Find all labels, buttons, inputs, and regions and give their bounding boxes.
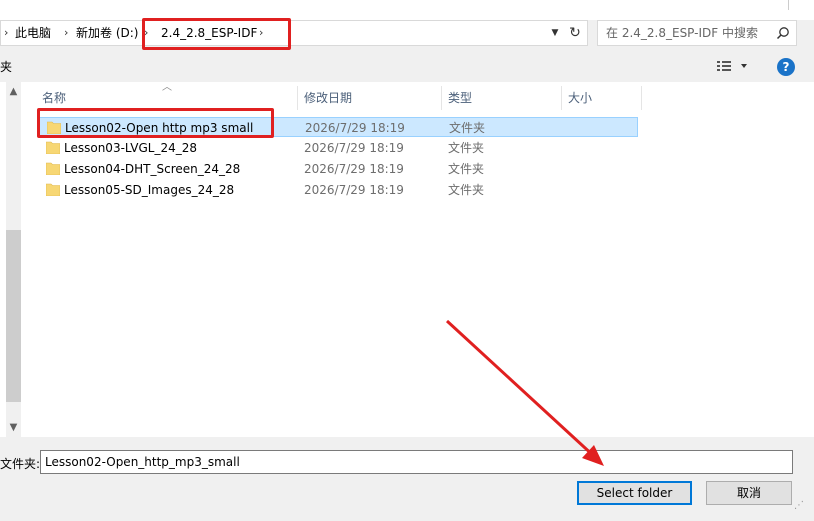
cancel-button[interactable]: 取消 bbox=[706, 481, 792, 505]
folder-field-label: 文件夹: bbox=[0, 457, 41, 471]
breadcrumb-this-pc[interactable]: 此电脑 bbox=[15, 21, 51, 45]
view-options-icon bbox=[717, 61, 747, 71]
file-name: Lesson04-DHT_Screen_24_28 bbox=[64, 162, 241, 176]
help-icon[interactable]: ? bbox=[777, 58, 795, 76]
file-modified: 2026/7/29 18:19 bbox=[305, 121, 405, 135]
select-folder-button[interactable]: Select folder bbox=[577, 481, 692, 505]
file-name: Lesson03-LVGL_24_28 bbox=[64, 141, 198, 155]
column-header-size[interactable]: 大小 bbox=[562, 86, 642, 110]
file-type: 文件夹 bbox=[448, 162, 485, 176]
column-header-type[interactable]: 类型 bbox=[442, 86, 562, 110]
column-header-name[interactable]: 名称 bbox=[36, 86, 298, 110]
column-header-modified[interactable]: 修改日期 bbox=[298, 86, 442, 110]
search-input[interactable]: 在 2.4_2.8_ESP-IDF 中搜索 bbox=[597, 20, 797, 46]
file-modified: 2026/7/29 18:19 bbox=[304, 183, 404, 197]
file-row[interactable]: Lesson03-LVGL_24_28 2026/7/29 18:19 文件夹 bbox=[38, 138, 638, 158]
resize-grip-icon[interactable]: ⋰ bbox=[794, 500, 814, 521]
vertical-scrollbar[interactable]: ▲ ▼ bbox=[6, 82, 21, 437]
close-button[interactable] bbox=[788, 0, 814, 10]
window-top-strip bbox=[0, 0, 814, 20]
new-folder-button[interactable]: 夹 bbox=[0, 58, 12, 75]
address-bar[interactable]: › 此电脑 › 新加卷 (D:) › 2.4_2.8_ESP-IDF › ▼ bbox=[0, 20, 588, 46]
file-row[interactable]: Lesson05-SD_Images_24_28 2026/7/29 18:19… bbox=[38, 180, 638, 200]
scroll-up-icon[interactable]: ▲ bbox=[6, 86, 21, 97]
annotation-box-folder bbox=[37, 108, 274, 138]
file-name: Lesson05-SD_Images_24_28 bbox=[64, 183, 235, 197]
file-modified: 2026/7/29 18:19 bbox=[304, 141, 404, 155]
folder-icon bbox=[46, 183, 60, 196]
folder-icon bbox=[46, 141, 60, 154]
breadcrumb-drive-d[interactable]: 新加卷 (D:) bbox=[76, 21, 138, 45]
refresh-icon[interactable]: ↻ bbox=[564, 20, 586, 46]
view-options-button[interactable] bbox=[716, 58, 752, 74]
scroll-thumb[interactable] bbox=[6, 230, 21, 402]
annotation-box-path bbox=[142, 18, 291, 50]
scroll-down-icon[interactable]: ▼ bbox=[6, 422, 21, 433]
chevron-right-icon[interactable]: › bbox=[64, 21, 68, 45]
file-type: 文件夹 bbox=[448, 183, 485, 197]
file-modified: 2026/7/29 18:19 bbox=[304, 162, 404, 176]
file-type: 文件夹 bbox=[449, 121, 486, 135]
address-dropdown-icon[interactable]: ▼ bbox=[547, 21, 563, 45]
file-type: 文件夹 bbox=[448, 141, 485, 155]
file-row[interactable]: Lesson04-DHT_Screen_24_28 2026/7/29 18:1… bbox=[38, 159, 638, 179]
folder-icon bbox=[46, 162, 60, 175]
search-icon[interactable] bbox=[776, 26, 790, 40]
folder-name-input[interactable]: Lesson02-Open_http_mp3_small bbox=[40, 450, 793, 474]
search-placeholder: 在 2.4_2.8_ESP-IDF 中搜索 bbox=[606, 26, 758, 40]
chevron-right-icon: › bbox=[4, 26, 9, 39]
